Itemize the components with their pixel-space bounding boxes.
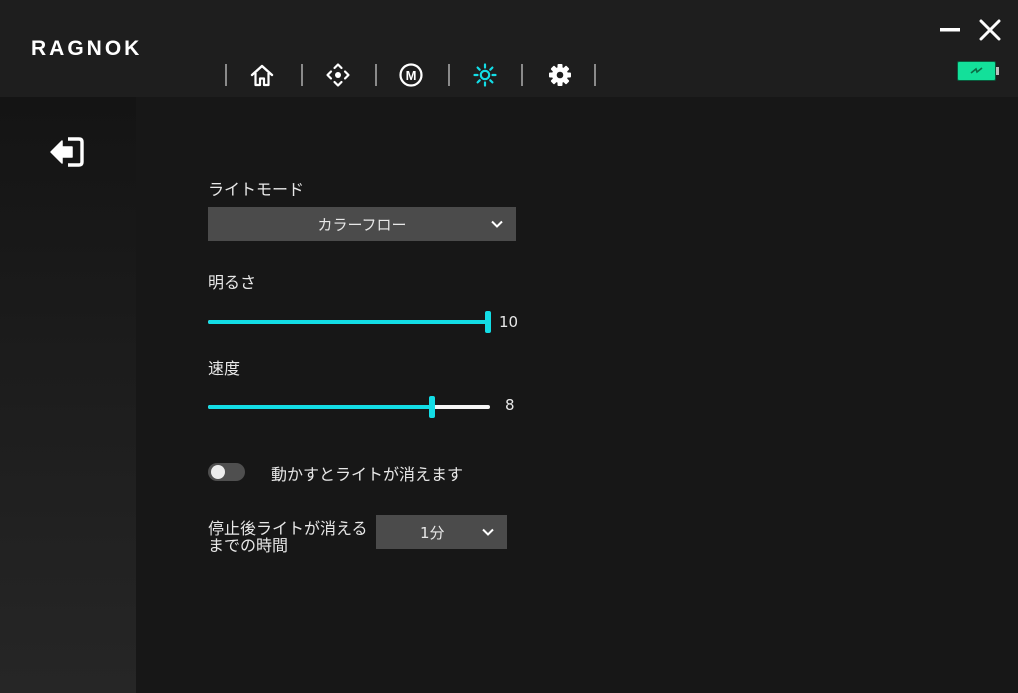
speed-value: 8: [505, 396, 515, 414]
svg-text:M: M: [406, 68, 417, 83]
sign-out-arrow-icon: [50, 137, 84, 167]
light-mode-dropdown[interactable]: カラーフロー: [208, 207, 516, 241]
minimize-button[interactable]: [940, 22, 960, 42]
close-button[interactable]: [979, 19, 1001, 45]
chevron-down-icon: [482, 528, 494, 536]
nav-separator: [375, 64, 377, 86]
back-button[interactable]: [49, 135, 85, 169]
idle-timeout-label-line2: までの時間: [208, 536, 289, 555]
macro-m-icon: M: [399, 63, 423, 87]
brightness-label: 明るさ: [208, 273, 257, 292]
motion-off-toggle[interactable]: [208, 463, 245, 481]
motion-off-label: 動かすとライトが消えます: [271, 465, 464, 484]
idle-timeout-label: 停止後ライトが消える までの時間: [208, 520, 368, 554]
home-icon: [250, 64, 274, 87]
nav-lighting[interactable]: [472, 62, 498, 88]
battery-indicator: [957, 61, 999, 81]
speed-label: 速度: [208, 359, 241, 378]
app-logo: RAGNOK: [31, 37, 143, 60]
nav-macro[interactable]: M: [398, 62, 424, 88]
idle-timeout-dropdown[interactable]: 1分: [376, 515, 507, 549]
slider-fill: [208, 405, 432, 409]
sidebar: [0, 97, 136, 693]
nav-separator: [225, 64, 227, 86]
minimize-icon: [940, 28, 960, 32]
dpad-icon: [326, 63, 350, 87]
nav-separator: [301, 64, 303, 86]
gear-icon: [549, 64, 571, 86]
title-bar: RAGNOK M: [0, 0, 1018, 97]
toggle-knob: [211, 465, 225, 479]
idle-timeout-value: 1分: [420, 523, 445, 542]
idle-timeout-label-line1: 停止後ライトが消える: [208, 519, 368, 538]
brightness-value: 10: [499, 313, 519, 331]
slider-handle[interactable]: [485, 311, 491, 333]
nav-buttons[interactable]: [325, 62, 351, 88]
nav-separator: [448, 64, 450, 86]
light-mode-label: ライトモード: [208, 180, 305, 199]
slider-handle[interactable]: [428, 396, 435, 418]
chevron-down-icon: [491, 220, 503, 228]
nav-separator: [594, 64, 596, 86]
light-mode-value: カラーフロー: [317, 215, 407, 234]
nav-separator: [521, 64, 523, 86]
nav-home[interactable]: [249, 62, 275, 88]
light-icon: [473, 63, 497, 87]
slider-fill: [208, 320, 488, 324]
battery-icon: [957, 61, 999, 81]
close-icon: [979, 19, 1001, 41]
nav-settings[interactable]: [547, 62, 573, 88]
